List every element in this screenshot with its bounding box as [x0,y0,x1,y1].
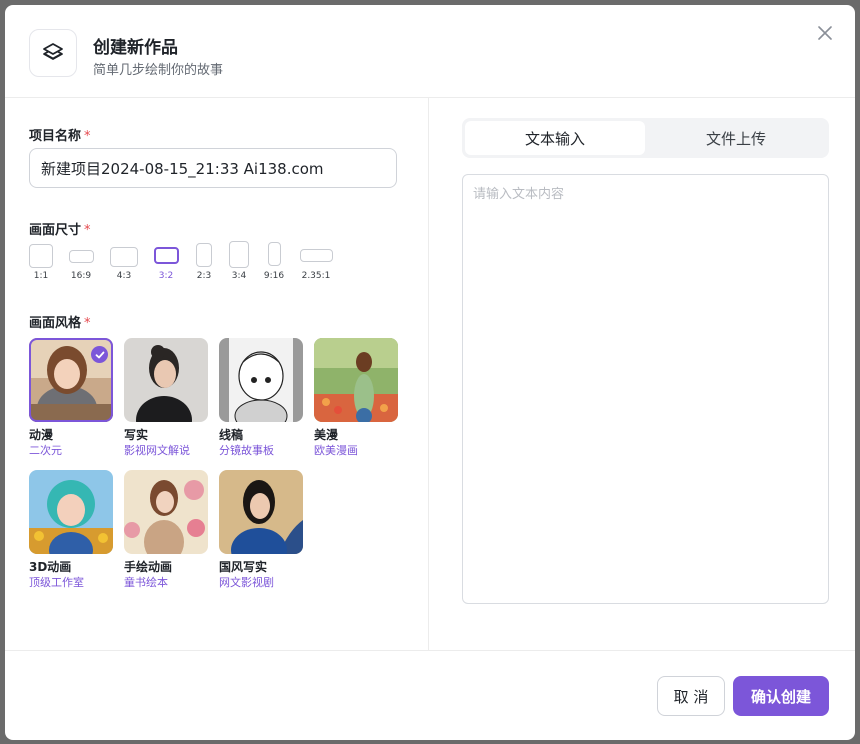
style-thumbnail [29,470,113,554]
cancel-button[interactable]: 取 消 [657,676,725,716]
check-icon [91,346,108,363]
canvas-size-options: 1:1 16:9 4:3 3:2 2:3 3:4 9:16 2.35:1 [29,241,409,289]
style-name: 动漫 [29,428,54,442]
style-thumbnail [124,470,208,554]
dialog-header: 创建新作品 简单几步绘制你的故事 [5,5,855,98]
style-thumbnail [29,338,113,422]
tab-text-input[interactable]: 文本输入 [465,121,645,155]
style-label: 画面风格 * [29,316,91,331]
style-name: 国风写实 [219,560,268,574]
close-icon[interactable] [815,23,835,43]
style-name: 美漫 [314,428,339,442]
style-name: 线稿 [219,428,244,442]
style-name: 3D动画 [29,560,72,574]
story-text-input[interactable] [462,174,829,604]
style-subtitle: 二次元 [29,444,62,457]
style-subtitle: 网文影视剧 [219,576,274,589]
project-name-input[interactable] [29,148,397,188]
project-name-label: 项目名称 * [29,129,91,144]
dialog-footer: 取 消 确认创建 [5,650,855,740]
layers-icon [29,29,77,77]
style-thumbnail [124,338,208,422]
style-name: 手绘动画 [124,560,173,574]
style-thumbnail [219,338,303,422]
input-mode-tabs: 文本输入 文件上传 [462,118,829,158]
dialog-subtitle: 简单几步绘制你的故事 [93,63,224,78]
style-thumbnail [219,470,303,554]
create-work-dialog: 创建新作品 简单几步绘制你的故事 项目名称* 画面尺寸* 1:1 16:9 [5,5,855,740]
style-subtitle: 影视网文解说 [124,444,190,457]
canvas-size-label: 画面尺寸 * [29,223,91,238]
dialog-title: 创建新作品 [93,38,178,58]
style-subtitle: 分镜故事板 [219,444,274,457]
confirm-create-button[interactable]: 确认创建 [733,676,829,716]
tab-file-upload[interactable]: 文件上传 [646,121,826,155]
style-subtitle: 童书绘本 [124,576,168,589]
style-subtitle: 欧美漫画 [314,444,358,457]
style-name: 写实 [124,428,149,442]
form-panel: 项目名称* 画面尺寸* 1:1 16:9 4:3 3:2 [5,98,429,650]
style-thumbnail [314,338,398,422]
style-subtitle: 顶级工作室 [29,576,84,589]
